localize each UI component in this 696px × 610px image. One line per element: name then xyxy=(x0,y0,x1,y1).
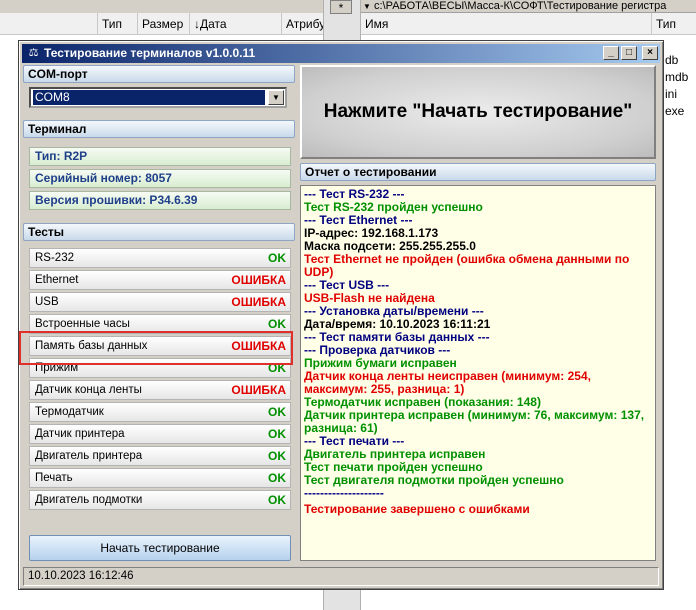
scale-icon: ⚖ xyxy=(28,47,39,59)
test-name: Двигатель принтера xyxy=(35,450,143,462)
column-size[interactable]: Размер xyxy=(137,13,189,35)
tests-header: Тесты xyxy=(23,223,295,241)
status-bar: 10.10.2023 16:12:46 xyxy=(23,567,659,586)
test-status: ОШИБКА xyxy=(231,339,286,353)
com-port-value: COM8 xyxy=(33,90,265,105)
column-type-right[interactable]: Тип xyxy=(651,13,696,35)
star-button[interactable]: * xyxy=(330,0,352,15)
explorer-file-type-list: db mdb ini exe xyxy=(665,52,696,120)
test-name: Датчик конца ленты xyxy=(35,384,142,396)
explorer-left-column-header: Тип Размер ↓Дата Атрибу xyxy=(0,13,323,35)
test-status: OK xyxy=(268,449,286,463)
com-port-select[interactable]: COM8 ▼ xyxy=(29,87,287,108)
test-row: Встроенные часы OK xyxy=(29,314,291,334)
minimize-button[interactable]: _ xyxy=(603,46,619,60)
maximize-button[interactable]: □ xyxy=(621,46,637,60)
test-row: USB ОШИБКА xyxy=(29,292,291,312)
test-name: Встроенные часы xyxy=(35,318,130,330)
column-name[interactable]: Имя xyxy=(361,13,651,35)
test-status: OK xyxy=(268,427,286,441)
path-dropdown-icon[interactable]: ▼ xyxy=(363,2,371,11)
test-status: ОШИБКА xyxy=(231,273,286,287)
explorer-right-column-header: Имя Тип xyxy=(361,13,696,35)
test-row: Ethernet ОШИБКА xyxy=(29,270,291,290)
test-name: Датчик принтера xyxy=(35,428,125,440)
test-row: Датчик конца ленты ОШИБКА xyxy=(29,380,291,400)
report-line: Датчик конца ленты неисправен (минимум: … xyxy=(304,369,591,396)
chevron-down-icon[interactable]: ▼ xyxy=(268,90,284,105)
close-button[interactable]: × xyxy=(642,46,658,60)
report-header: Отчет о тестировании xyxy=(300,163,656,181)
report-line: Тестирование завершено с ошибками xyxy=(304,502,530,516)
test-status: OK xyxy=(268,251,286,265)
window-title: Тестирование терминалов v1.0.0.11 xyxy=(44,46,256,60)
test-status: OK xyxy=(268,493,286,507)
file-type[interactable]: ini xyxy=(665,86,696,103)
report-line: Датчик принтера исправен (минимум: 76, м… xyxy=(304,408,645,435)
window-titlebar[interactable]: ⚖ Тестирование терминалов v1.0.0.11 _ □ … xyxy=(22,44,660,63)
instruction-banner: Нажмите "Начать тестирование" xyxy=(300,65,656,159)
test-name: USB xyxy=(35,296,59,308)
test-row: Память базы данных ОШИБКА xyxy=(29,336,291,356)
test-status: ОШИБКА xyxy=(231,383,286,397)
file-type[interactable]: exe xyxy=(665,103,696,120)
test-row: Термодатчик OK xyxy=(29,402,291,422)
test-status: ОШИБКА xyxy=(231,295,286,309)
column-date[interactable]: ↓Дата xyxy=(189,13,281,35)
test-name: Печать xyxy=(35,472,73,484)
explorer-path-bar[interactable]: ▼ c:\РАБОТА\ВЕСЫ\Масса-К\СОФТ\Тестирован… xyxy=(361,0,696,13)
test-row: Двигатель принтера OK xyxy=(29,446,291,466)
test-status: OK xyxy=(268,317,286,331)
file-type[interactable]: mdb xyxy=(665,69,696,86)
test-name: Двигатель подмотки xyxy=(35,494,143,506)
terminal-firmware: Версия прошивки: P34.6.39 xyxy=(29,191,291,210)
report-text-area[interactable]: --- Тест RS-232 --- Тест RS-232 пройден у… xyxy=(300,185,656,561)
test-row: Прижим OK xyxy=(29,358,291,378)
com-port-header: COM-порт xyxy=(23,65,295,83)
test-row: RS-232 OK xyxy=(29,248,291,268)
terminal-type: Тип: R2P xyxy=(29,147,291,166)
column-type[interactable]: Тип xyxy=(97,13,137,35)
terminal-header: Терминал xyxy=(23,120,295,138)
test-row: Датчик принтера OK xyxy=(29,424,291,444)
file-type[interactable]: db xyxy=(665,52,696,69)
test-name: Ethernet xyxy=(35,274,79,286)
test-name: Память базы данных xyxy=(35,340,148,352)
terminal-test-window: ⚖ Тестирование терминалов v1.0.0.11 _ □ … xyxy=(18,40,664,590)
test-row: Печать OK xyxy=(29,468,291,488)
report-line: -------------------- xyxy=(304,486,384,500)
start-testing-button[interactable]: Начать тестирование xyxy=(29,535,291,561)
test-row: Двигатель подмотки OK xyxy=(29,490,291,510)
test-name: RS-232 xyxy=(35,252,74,264)
right-panel: Нажмите "Начать тестирование" Отчет о те… xyxy=(300,65,659,563)
column-spacer xyxy=(0,13,97,35)
report-line: Тест Ethernet не пройден (ошибка обмена … xyxy=(304,252,630,279)
test-status: OK xyxy=(268,405,286,419)
test-name: Термодатчик xyxy=(35,406,104,418)
left-panel: COM-порт COM8 ▼ Терминал Тип: R2P Серийн… xyxy=(23,65,295,563)
test-status: OK xyxy=(268,471,286,485)
test-name: Прижим xyxy=(35,362,79,374)
column-attributes[interactable]: Атрибу xyxy=(281,13,323,35)
test-status: OK xyxy=(268,361,286,375)
terminal-serial: Серийный номер: 8057 xyxy=(29,169,291,188)
